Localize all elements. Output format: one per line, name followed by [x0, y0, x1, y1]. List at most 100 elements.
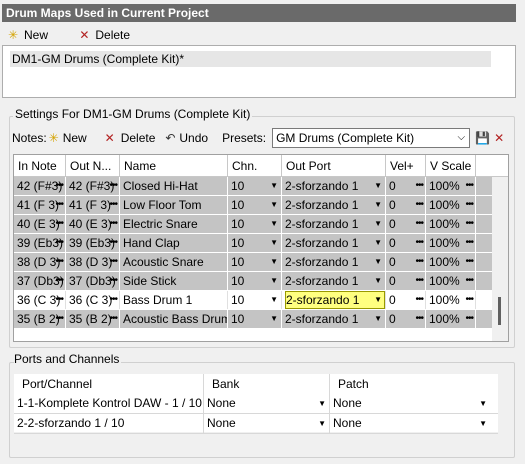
vscale-cell[interactable]: 100% •••	[426, 215, 476, 233]
velocity-cell[interactable]: 0 •••	[386, 310, 426, 328]
table-row[interactable]: 41 (F 3) ••• 41 (F 3) ••• Low Floor Tom 10…	[14, 196, 508, 215]
channel-cell[interactable]: 10 ▼	[228, 291, 282, 309]
velocity-cell[interactable]: 0 •••	[386, 177, 426, 195]
velocity-cell[interactable]: 0 •••	[386, 196, 426, 214]
chevron-down-icon: ▼	[374, 295, 382, 304]
vscale-cell[interactable]: 100% •••	[426, 177, 476, 195]
vscale-cell[interactable]: 100% •••	[426, 234, 476, 252]
name-cell[interactable]: Low Floor Tom	[120, 196, 228, 214]
bank-dropdown[interactable]: None ▼	[204, 414, 330, 433]
list-item[interactable]: DM1-GM Drums (Complete Kit)*	[10, 51, 491, 67]
in-note-cell[interactable]: 41 (F 3) •••	[14, 196, 66, 214]
delete-map-button[interactable]: ✕ Delete	[73, 25, 134, 45]
in-note-cell[interactable]: 38 (D 3) •••	[14, 253, 66, 271]
in-note-cell[interactable]: 40 (E 3) •••	[14, 215, 66, 233]
out-port-cell[interactable]: 2-sforzando 1 ▼	[282, 253, 386, 271]
channel-cell[interactable]: 10 ▼	[228, 234, 282, 252]
patch-dropdown[interactable]: None ▼	[330, 414, 490, 433]
out-port-cell[interactable]: 2-sforzando 1 ▼	[282, 196, 386, 214]
name-cell[interactable]: Acoustic Bass Drum	[120, 310, 228, 328]
out-port-cell[interactable]: 2-sforzando 1 ▼	[282, 310, 386, 328]
table-row[interactable]: 1-1-Komplete Kontrol DAW - 1 / 10 None ▼ …	[14, 394, 498, 414]
new-map-button[interactable]: ✳ New	[2, 25, 52, 45]
channel-cell[interactable]: 10 ▼	[228, 253, 282, 271]
bank-dropdown[interactable]: None ▼	[204, 394, 330, 413]
out-note-cell[interactable]: 36 (C 3) •••	[66, 291, 120, 309]
velocity-cell[interactable]: 0 •••	[386, 253, 426, 271]
channel-cell[interactable]: 10 ▼	[228, 215, 282, 233]
channel-cell[interactable]: 10 ▼	[228, 177, 282, 195]
channel-cell[interactable]: 10 ▼	[228, 272, 282, 290]
table-row[interactable]: 35 (B 2) ••• 35 (B 2) ••• Acoustic Bass Dr…	[14, 310, 508, 329]
in-note-cell[interactable]: 42 (F#3) •••	[14, 177, 66, 195]
ellipsis-icon: •••	[465, 256, 473, 267]
column-header[interactable]: Vel+	[386, 155, 426, 176]
out-port-cell[interactable]: 2-sforzando 1 ▼	[282, 177, 386, 195]
out-note-cell[interactable]: 40 (E 3) •••	[66, 215, 120, 233]
name-cell[interactable]: Bass Drum 1	[120, 291, 228, 309]
out-note-cell[interactable]: 42 (F#3) •••	[66, 177, 120, 195]
grid-scrollbar[interactable]	[492, 177, 508, 341]
in-note-cell[interactable]: 36 (C 3) •••	[14, 291, 66, 309]
vscale-cell[interactable]: 100% •••	[426, 196, 476, 214]
column-header[interactable]: In Note	[14, 155, 66, 176]
undo-button[interactable]: ↶ Undo	[159, 128, 212, 148]
out-note-cell[interactable]: 38 (D 3) •••	[66, 253, 120, 271]
out-note-cell[interactable]: 37 (Db3) •••	[66, 272, 120, 290]
channel-cell[interactable]: 10 ▼	[228, 310, 282, 328]
save-icon[interactable]: 💾	[475, 131, 490, 145]
scrollbar-thumb[interactable]	[498, 297, 501, 325]
name-cell[interactable]: Closed Hi-Hat	[120, 177, 228, 195]
in-note-cell[interactable]: 39 (Eb3) •••	[14, 234, 66, 252]
table-row[interactable]: 42 (F#3) ••• 42 (F#3) ••• Closed Hi-Hat 10…	[14, 177, 508, 196]
name-cell[interactable]: Side Stick	[120, 272, 228, 290]
in-note-cell[interactable]: 37 (Db3) •••	[14, 272, 66, 290]
chevron-down-icon: ▼	[270, 238, 278, 247]
out-note-cell[interactable]: 41 (F 3) •••	[66, 196, 120, 214]
out-port-cell[interactable]: 2-sforzando 1 ▼	[282, 291, 386, 309]
column-header[interactable]: V Scale	[426, 155, 476, 176]
column-header[interactable]: Out Port	[282, 155, 386, 176]
in-note-cell[interactable]: 35 (B 2) •••	[14, 310, 66, 328]
column-header[interactable]: Port/Channel	[14, 374, 204, 394]
vscale-cell[interactable]: 100% •••	[426, 253, 476, 271]
out-port-cell[interactable]: 2-sforzando 1 ▼	[282, 215, 386, 233]
velocity-cell[interactable]: 0 •••	[386, 291, 426, 309]
column-header[interactable]: Patch	[330, 374, 490, 394]
new-note-button[interactable]: ✳ New	[47, 128, 91, 148]
name-cell[interactable]: Electric Snare	[120, 215, 228, 233]
vscale-cell[interactable]: 100% •••	[426, 310, 476, 328]
delete-note-button[interactable]: ✕ Delete	[99, 128, 160, 148]
table-row[interactable]: 38 (D 3) ••• 38 (D 3) ••• Acoustic Snare 1…	[14, 253, 508, 272]
out-note-cell[interactable]: 39 (Eb3) •••	[66, 234, 120, 252]
column-header[interactable]: Bank	[204, 374, 330, 394]
drum-maps-header: Drum Maps Used in Current Project	[2, 4, 516, 22]
ellipsis-icon: •••	[55, 256, 63, 267]
out-port-cell[interactable]: 2-sforzando 1 ▼	[282, 272, 386, 290]
ellipsis-icon: •••	[55, 180, 63, 191]
vscale-cell[interactable]: 100% •••	[426, 272, 476, 290]
table-row[interactable]: 2-2-sforzando 1 / 10 None ▼ None ▼	[14, 414, 498, 434]
patch-dropdown[interactable]: None ▼	[330, 394, 490, 413]
out-port-cell[interactable]: 2-sforzando 1 ▼	[282, 234, 386, 252]
vscale-cell[interactable]: 100% •••	[426, 291, 476, 309]
velocity-cell[interactable]: 0 •••	[386, 215, 426, 233]
chevron-down-icon: ▼	[270, 200, 278, 209]
column-header[interactable]: Out N...	[66, 155, 120, 176]
presets-dropdown[interactable]: GM Drums (Complete Kit) ⌵	[272, 128, 471, 148]
table-row[interactable]: 37 (Db3) ••• 37 (Db3) ••• Side Stick 10 ▼ 2…	[14, 272, 508, 291]
velocity-cell[interactable]: 0 •••	[386, 272, 426, 290]
ellipsis-icon: •••	[109, 294, 117, 305]
out-note-cell[interactable]: 35 (B 2) •••	[66, 310, 120, 328]
ellipsis-icon: •••	[415, 256, 423, 267]
table-row[interactable]: 39 (Eb3) ••• 39 (Eb3) ••• Hand Clap 10 ▼ 2-…	[14, 234, 508, 253]
name-cell[interactable]: Acoustic Snare	[120, 253, 228, 271]
channel-cell[interactable]: 10 ▼	[228, 196, 282, 214]
column-header[interactable]: Name	[120, 155, 228, 176]
table-row[interactable]: 40 (E 3) ••• 40 (E 3) ••• Electric Snare 1…	[14, 215, 508, 234]
delete-preset-icon[interactable]: ✕	[492, 131, 506, 145]
name-cell[interactable]: Hand Clap	[120, 234, 228, 252]
table-row-selected[interactable]: 36 (C 3) ••• 36 (C 3) ••• Bass Drum 1 10 ▼ …	[14, 291, 508, 310]
column-header[interactable]: Chn.	[228, 155, 282, 176]
velocity-cell[interactable]: 0 •••	[386, 234, 426, 252]
